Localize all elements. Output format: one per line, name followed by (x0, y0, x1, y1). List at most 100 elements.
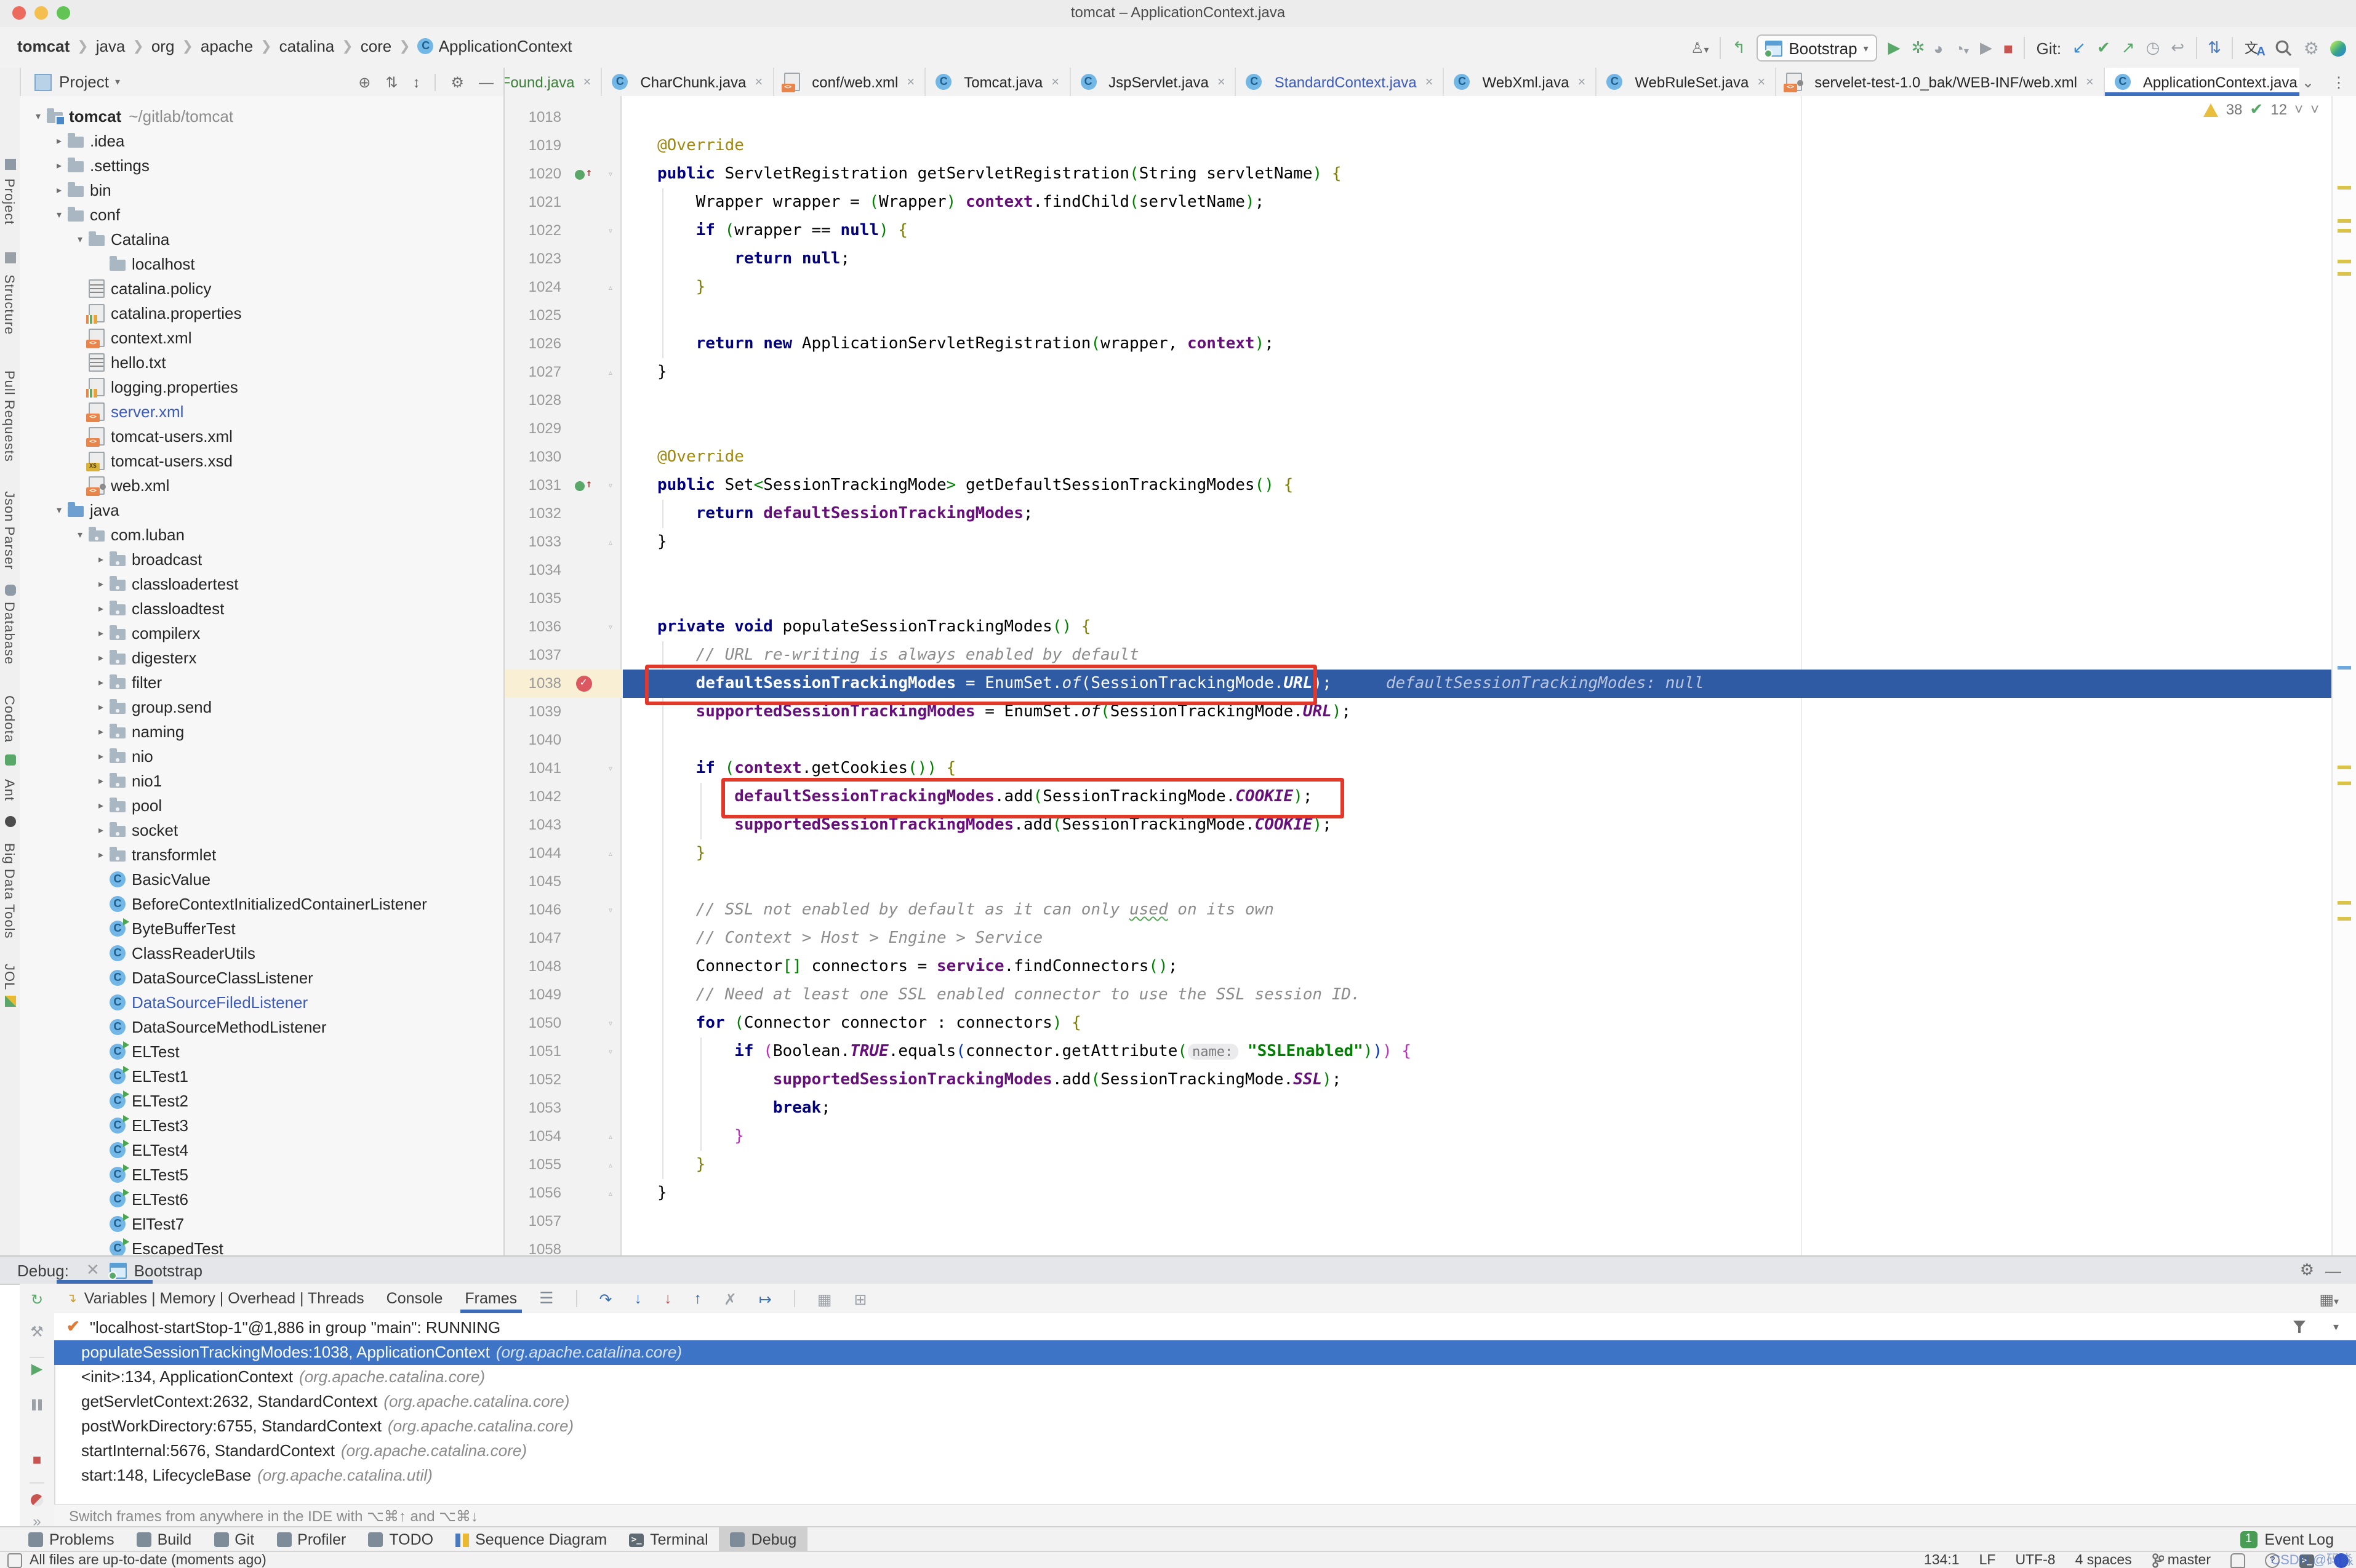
project-tree-item[interactable]: ▾java (20, 497, 503, 522)
stripe-label-pull-requests[interactable]: Pull Requests (1, 370, 16, 462)
chevron-right-icon[interactable]: ▸ (92, 824, 110, 835)
tab-close-icon[interactable]: × (1577, 74, 1585, 89)
chevron-down-icon[interactable]: ▾ (50, 504, 68, 515)
stripe-mark[interactable] (2338, 901, 2351, 905)
stripe-label-project[interactable]: Project (1, 178, 16, 225)
fold-marker[interactable]: ▵ (598, 358, 623, 386)
project-tree-item[interactable]: catalina.properties (20, 300, 503, 325)
chevron-down-icon[interactable]: ▾ (30, 110, 47, 121)
code-line-1028[interactable]: 1028 (505, 386, 2333, 415)
history-icon[interactable]: ◷ (2146, 38, 2160, 58)
tabs-chevron-down-icon[interactable]: ⌄ (2302, 73, 2314, 90)
project-tree-item[interactable]: ▸digesterx (20, 645, 503, 670)
code-line-1030[interactable]: 1030@Override (505, 443, 2333, 471)
build-project-icon[interactable]: ↰ (1733, 38, 1746, 58)
stripe-label-json-parser[interactable]: Json Parser (1, 491, 16, 570)
step-out-icon[interactable]: ↑ (694, 1290, 702, 1307)
git-update-icon[interactable]: ↙ (2072, 38, 2086, 58)
prev-problem-icon[interactable]: ˅ (2294, 101, 2303, 118)
stripe-label-codota[interactable]: Codota (1, 695, 16, 743)
editor-tab[interactable]: CJspServlet.java× (1070, 68, 1236, 96)
mute-breakpoints-icon[interactable] (20, 1493, 54, 1510)
override-gutter-icon[interactable]: ↑ (569, 160, 598, 188)
code-line-1036[interactable]: 1036▿private void populateSessionTrackin… (505, 613, 2333, 641)
code-line-1052[interactable]: 1052 supportedSessionTrackingModes.add(S… (505, 1066, 2333, 1094)
project-tree-item[interactable]: <>server.xml (20, 399, 503, 423)
code-line-1035[interactable]: 1035 (505, 585, 2333, 613)
layout-list-icon[interactable]: ☰ (539, 1289, 553, 1308)
stripe-mark[interactable] (2338, 219, 2351, 223)
project-tree-item[interactable]: CELTest (20, 1039, 503, 1063)
jol-icon[interactable] (5, 996, 16, 1007)
stripe-mark[interactable] (2338, 272, 2351, 276)
chevron-down-icon[interactable]: ▾ (71, 233, 89, 244)
evaluate-expression-icon[interactable]: ▦ (817, 1289, 832, 1308)
codota-sphere-icon[interactable] (2330, 40, 2346, 56)
stack-frame-row[interactable]: populateSessionTrackingModes:1038, Appli… (54, 1340, 2356, 1365)
lock-icon[interactable] (2230, 1553, 2245, 1568)
fold-marker[interactable]: ▿ (598, 896, 623, 924)
chevron-down-icon[interactable]: ▾ (50, 209, 68, 220)
breadcrumb[interactable]: tomcat❯java❯org❯apache❯catalina❯core❯CAp… (17, 37, 572, 55)
project-tree-item[interactable]: ▸bin (20, 177, 503, 202)
tab-frames[interactable]: Frames (465, 1290, 517, 1307)
next-problem-icon[interactable]: ˅︀ (2310, 101, 2319, 118)
fold-marker[interactable]: ▿ (598, 217, 623, 245)
debug-session-tab[interactable]: Bootstrap (134, 1261, 202, 1279)
chevron-right-icon[interactable]: ▸ (50, 135, 68, 146)
code-line-1048[interactable]: 1048 Connector[] connectors = service.fi… (505, 953, 2333, 981)
tabs-more-icon[interactable]: ⋮ (2331, 73, 2346, 90)
breadcrumb-item[interactable]: core (361, 37, 392, 55)
editor-tab[interactable]: CWebRuleSet.java× (1597, 68, 1776, 96)
code-line-1053[interactable]: 1053 break; (505, 1094, 2333, 1122)
sync-icon[interactable]: ⇅ (2208, 38, 2221, 58)
project-tree-item[interactable]: <>web.xml (20, 473, 503, 497)
project-tree-item[interactable]: CByteBufferTest (20, 916, 503, 940)
fold-marker[interactable]: ▿ (598, 1038, 623, 1066)
indent-setting[interactable]: 4 spaces (2075, 1553, 2132, 1568)
restore-layout-icon[interactable]: ⊞ (854, 1289, 867, 1308)
code-line-1055[interactable]: 1055▵ } (505, 1151, 2333, 1179)
code-line-1049[interactable]: 1049 // Need at least one SSL enabled co… (505, 981, 2333, 1009)
project-tree-item[interactable]: ▸group.send (20, 694, 503, 719)
debug-hide-icon[interactable]: — (2325, 1261, 2341, 1279)
translate-icon[interactable]: 文A (2245, 39, 2264, 57)
tab-close-icon[interactable]: × (755, 74, 763, 89)
fold-marker[interactable]: ▵ (598, 839, 623, 868)
editor-tab[interactable]: CCharChunk.java× (602, 68, 774, 96)
project-tree-item[interactable]: ▾tomcat~/gitlab/tomcat (20, 103, 503, 128)
step-over-icon[interactable]: ↷ (599, 1289, 612, 1308)
project-tree-item[interactable]: XStomcat-users.xsd (20, 448, 503, 473)
chevron-right-icon[interactable]: ▸ (50, 184, 68, 195)
coverage-button[interactable]: ◕ (1933, 39, 1943, 57)
chevron-right-icon[interactable]: ▸ (92, 799, 110, 810)
stack-frame-row[interactable]: postWorkDirectory:6755, StandardContext(… (54, 1414, 2356, 1439)
stack-frame-row[interactable]: getServletContext:2632, StandardContext(… (54, 1390, 2356, 1414)
project-tree-item[interactable]: ▸nio (20, 743, 503, 768)
code-line-1045[interactable]: 1045 (505, 868, 2333, 896)
toolwindow-button-profiler[interactable]: Profiler (265, 1527, 357, 1552)
code-line-1044[interactable]: 1044▵ } (505, 839, 2333, 868)
project-tree-item[interactable]: CDataSourceMethodListener (20, 1014, 503, 1039)
fold-marker[interactable]: ▿ (598, 160, 623, 188)
debug-views-tabs[interactable]: Variables | Memory | Overhead | Threads (84, 1290, 364, 1307)
project-tree-item[interactable]: ▸.idea (20, 128, 503, 153)
fold-marker[interactable]: ▵ (598, 528, 623, 556)
project-tree-item[interactable]: ▸nio1 (20, 768, 503, 793)
editor-tab[interactable]: CApplicationContext.java (2105, 68, 2299, 96)
code-line-1025[interactable]: 1025 (505, 302, 2333, 330)
tab-close-icon[interactable]: × (1425, 74, 1433, 89)
override-gutter-icon[interactable]: ↑ (569, 471, 598, 500)
collapse-all-icon[interactable]: ↕ (412, 73, 420, 90)
fold-marker[interactable]: ▵ (598, 1179, 623, 1207)
run-config-selector[interactable]: Bootstrap ▾ (1757, 34, 1877, 62)
chevron-right-icon[interactable]: ▸ (92, 553, 110, 564)
stop-debug-icon[interactable]: ■ (20, 1451, 54, 1468)
project-tree-item[interactable]: CBasicValue (20, 866, 503, 891)
fold-marker[interactable]: ▵ (598, 1122, 623, 1151)
project-tree-item[interactable]: ▸filter (20, 670, 503, 694)
stripe-mark[interactable] (2338, 260, 2351, 263)
chevron-right-icon[interactable]: ▸ (92, 578, 110, 589)
project-tree-item[interactable]: ▸classloadertest (20, 571, 503, 596)
chevron-right-icon[interactable]: ▸ (92, 750, 110, 761)
